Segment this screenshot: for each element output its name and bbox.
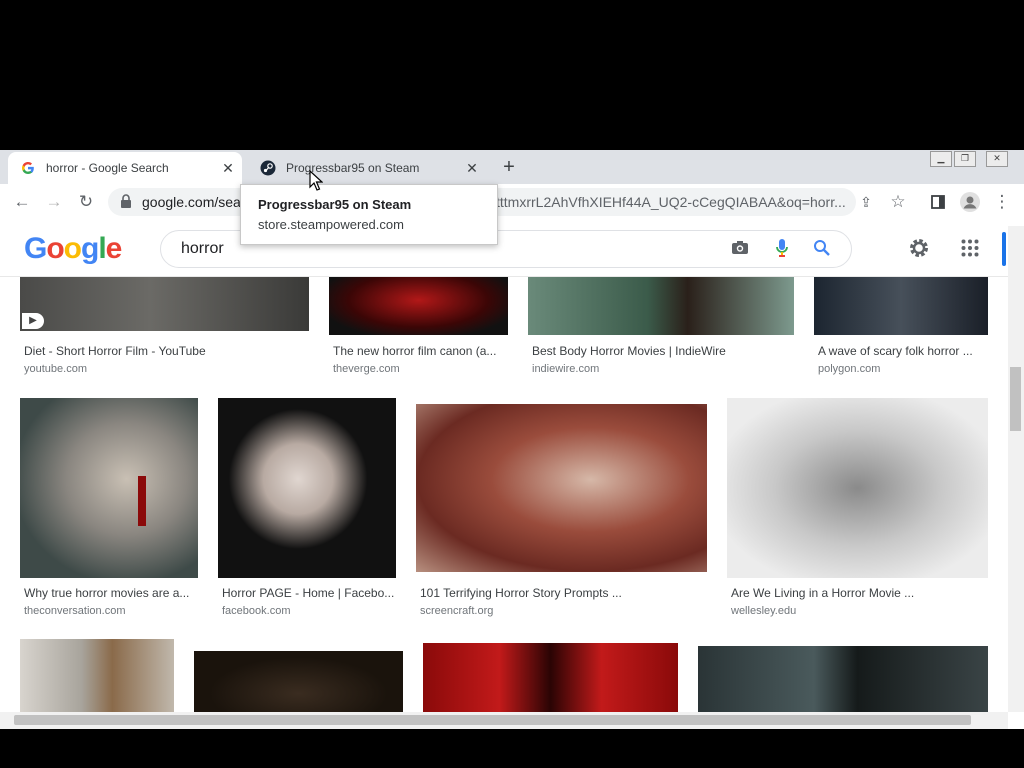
google-icon bbox=[20, 160, 36, 176]
microphone-icon[interactable] bbox=[775, 238, 789, 263]
tab-google-search[interactable]: horror - Google Search ✕ bbox=[8, 152, 242, 184]
image-thumbnail[interactable] bbox=[698, 646, 988, 712]
image-thumbnail[interactable] bbox=[20, 639, 174, 712]
image-thumbnail[interactable] bbox=[20, 398, 198, 578]
mouse-cursor-icon bbox=[309, 170, 323, 191]
result-caption[interactable]: Diet - Short Horror Film - YouTube bbox=[24, 344, 309, 358]
tab-steam[interactable]: Progressbar95 on Steam ✕ bbox=[248, 152, 486, 184]
image-thumbnail[interactable] bbox=[814, 277, 988, 335]
result-caption[interactable]: Horror PAGE - Home | Facebo... bbox=[222, 586, 396, 600]
tab-hover-card: Progressbar95 on Steam store.steampowere… bbox=[240, 184, 498, 245]
apps-grid-icon[interactable] bbox=[961, 239, 979, 262]
close-window-button[interactable]: ✕ bbox=[986, 151, 1008, 167]
new-tab-button[interactable]: + bbox=[498, 156, 520, 178]
tab-title: horror - Google Search bbox=[46, 161, 169, 175]
horizontal-scrollbar-thumb[interactable] bbox=[14, 715, 971, 725]
bookmark-star-icon[interactable]: ☆ bbox=[888, 192, 908, 212]
image-thumbnail[interactable] bbox=[416, 404, 707, 572]
image-thumbnail[interactable]: ▶ bbox=[20, 277, 309, 331]
image-thumbnail[interactable] bbox=[194, 651, 403, 712]
image-thumbnail[interactable] bbox=[329, 277, 508, 335]
back-icon[interactable]: ← bbox=[12, 192, 32, 212]
account-button-edge[interactable] bbox=[1002, 232, 1006, 266]
google-header: Google horror bbox=[0, 220, 1010, 277]
result-source[interactable]: facebook.com bbox=[222, 605, 290, 617]
url-text-tail: tttmxrrL2AhVfhXIEHf44A_UQ2-cCegQIABAA&oq… bbox=[496, 194, 846, 210]
search-icon[interactable] bbox=[813, 239, 831, 262]
result-caption[interactable]: A wave of scary folk horror ... bbox=[818, 344, 988, 358]
result-source[interactable]: theconversation.com bbox=[24, 605, 126, 617]
reload-icon[interactable]: ↻ bbox=[76, 192, 96, 212]
profile-avatar-icon[interactable] bbox=[960, 192, 980, 212]
browser-window: horror - Google Search ✕ Progressbar95 o… bbox=[0, 150, 1024, 729]
side-panel-icon[interactable] bbox=[928, 192, 948, 212]
google-logo[interactable]: Google bbox=[24, 232, 122, 266]
close-tab-icon[interactable]: ✕ bbox=[220, 160, 236, 176]
url-text: google.com/sea bbox=[142, 194, 241, 210]
steam-icon bbox=[260, 160, 276, 176]
tab-strip: horror - Google Search ✕ Progressbar95 o… bbox=[0, 150, 1024, 184]
result-source[interactable]: youtube.com bbox=[24, 363, 87, 375]
settings-gear-icon[interactable] bbox=[908, 237, 930, 264]
minimize-button[interactable]: ▁ bbox=[930, 151, 952, 167]
result-source[interactable]: screencraft.org bbox=[420, 605, 493, 617]
result-caption[interactable]: Are We Living in a Horror Movie ... bbox=[731, 586, 988, 600]
restore-button[interactable]: ❐ bbox=[954, 151, 976, 167]
menu-kebab-icon[interactable]: ⋮ bbox=[992, 192, 1012, 212]
result-caption[interactable]: 101 Terrifying Horror Story Prompts ... bbox=[420, 586, 707, 600]
hover-card-title: Progressbar95 on Steam bbox=[258, 197, 412, 212]
image-thumbnail[interactable] bbox=[218, 398, 396, 578]
play-video-icon: ▶ bbox=[22, 313, 44, 329]
camera-icon[interactable] bbox=[731, 239, 749, 262]
search-input[interactable]: horror bbox=[181, 240, 224, 258]
result-caption[interactable]: Why true horror movies are a... bbox=[24, 586, 198, 600]
vertical-scrollbar-thumb[interactable] bbox=[1010, 367, 1021, 431]
result-caption[interactable]: The new horror film canon (a... bbox=[333, 344, 508, 358]
vertical-scrollbar[interactable] bbox=[1008, 226, 1024, 712]
share-icon[interactable]: ⇪ bbox=[856, 192, 876, 212]
forward-icon[interactable]: → bbox=[44, 192, 64, 212]
result-source[interactable]: indiewire.com bbox=[532, 363, 599, 375]
result-source[interactable]: theverge.com bbox=[333, 363, 400, 375]
result-source[interactable]: polygon.com bbox=[818, 363, 880, 375]
image-thumbnail[interactable] bbox=[423, 643, 678, 712]
image-results-grid: ▶ Diet - Short Horror Film - YouTube you… bbox=[0, 277, 1008, 712]
lock-icon[interactable] bbox=[120, 194, 132, 213]
close-tab-icon[interactable]: ✕ bbox=[464, 160, 480, 176]
result-source[interactable]: wellesley.edu bbox=[731, 605, 796, 617]
image-thumbnail[interactable] bbox=[528, 277, 794, 335]
toolbar: ← → ↻ google.com/sea tttmxrrL2AhVfhXIEHf… bbox=[0, 184, 1024, 220]
image-thumbnail[interactable] bbox=[727, 398, 988, 578]
hover-card-url: store.steampowered.com bbox=[258, 217, 404, 232]
result-caption[interactable]: Best Body Horror Movies | IndieWire bbox=[532, 344, 794, 358]
